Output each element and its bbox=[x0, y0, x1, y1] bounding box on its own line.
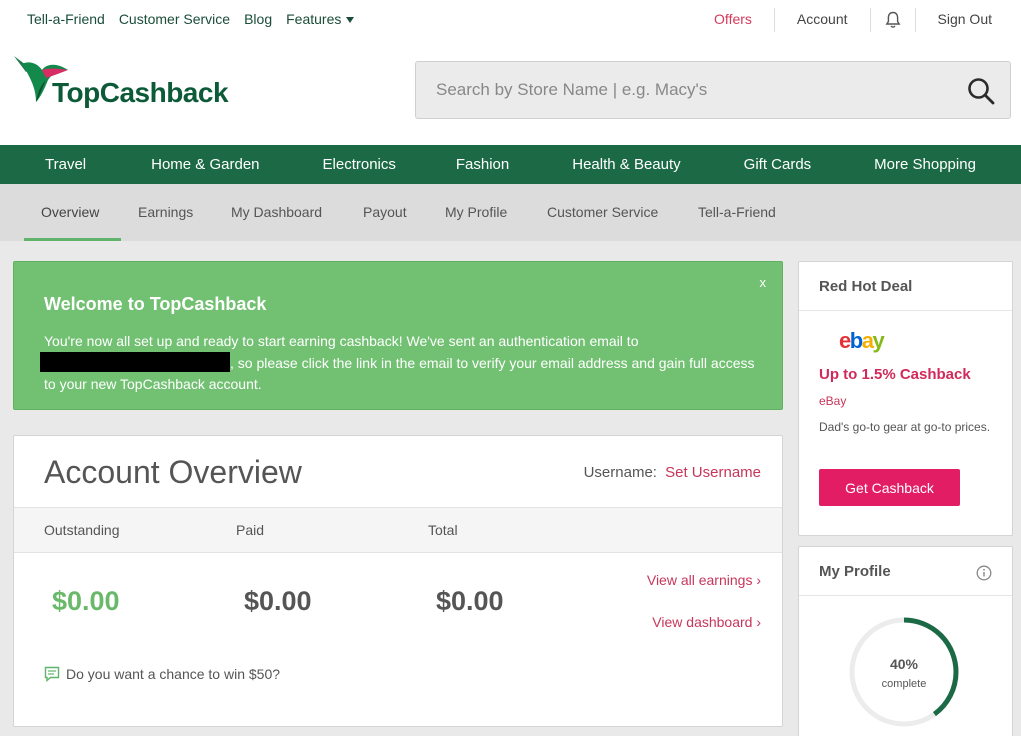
header-total: Total bbox=[428, 522, 458, 538]
ebay-letter-y: y bbox=[872, 328, 884, 353]
search-icon[interactable] bbox=[966, 76, 996, 106]
offers-link[interactable]: Offers bbox=[692, 8, 774, 32]
utility-nav-left: Tell-a-Friend Customer Service Blog Feat… bbox=[27, 11, 355, 27]
total-amount: $0.00 bbox=[436, 586, 504, 616]
tab-my-dashboard[interactable]: My Dashboard bbox=[231, 184, 322, 241]
nav-fashion[interactable]: Fashion bbox=[426, 145, 540, 184]
logo-wordmark: TopCashback bbox=[52, 77, 229, 108]
tab-tell-a-friend[interactable]: Tell-a-Friend bbox=[698, 184, 776, 241]
utility-nav-right: Offers Account Sign Out bbox=[692, 8, 1021, 32]
card-divider bbox=[799, 310, 1012, 311]
nav-more-shopping[interactable]: More Shopping bbox=[843, 145, 976, 184]
set-username-link[interactable]: Set Username bbox=[665, 464, 761, 481]
view-all-earnings-link[interactable]: View all earnings › bbox=[647, 572, 761, 588]
features-dropdown[interactable]: Features bbox=[286, 11, 355, 27]
close-banner-button[interactable]: x bbox=[760, 275, 767, 290]
nav-electronics[interactable]: Electronics bbox=[292, 145, 426, 184]
my-profile-card: My Profile 40% complete bbox=[798, 546, 1013, 736]
customer-service-link[interactable]: Customer Service bbox=[119, 11, 230, 27]
balance-header-row: Outstanding Paid Total bbox=[14, 507, 782, 553]
welcome-title: Welcome to TopCashback bbox=[44, 294, 267, 314]
card-divider bbox=[799, 595, 1012, 596]
topcashback-logo[interactable]: TopCashback bbox=[12, 50, 229, 110]
info-icon[interactable] bbox=[976, 565, 992, 581]
win-50-text: Do you want a chance to win $50? bbox=[66, 666, 281, 682]
nav-travel[interactable]: Travel bbox=[0, 145, 123, 184]
account-overview-card: Account Overview Username: Set Username … bbox=[13, 435, 783, 727]
sign-out-link[interactable]: Sign Out bbox=[914, 8, 1021, 32]
profile-percent: 40% bbox=[889, 656, 919, 672]
nav-health-beauty[interactable]: Health & Beauty bbox=[540, 145, 711, 184]
view-dashboard-link[interactable]: View dashboard › bbox=[652, 614, 761, 630]
deal-store-name[interactable]: eBay bbox=[819, 394, 846, 408]
top-header: Tell-a-Friend Customer Service Blog Feat… bbox=[0, 0, 1021, 145]
username-row: Username: Set Username bbox=[584, 464, 761, 481]
my-profile-title: My Profile bbox=[819, 563, 891, 580]
tell-a-friend-link[interactable]: Tell-a-Friend bbox=[27, 11, 105, 27]
nav-home-garden[interactable]: Home & Garden bbox=[123, 145, 291, 184]
username-label: Username: bbox=[583, 464, 657, 481]
category-nav: Travel Home & Garden Electronics Fashion… bbox=[0, 145, 1021, 184]
welcome-message-part-1: You're now all set up and ready to start… bbox=[44, 333, 639, 349]
features-label: Features bbox=[286, 11, 342, 27]
notifications-bell-icon[interactable] bbox=[869, 8, 915, 32]
header-outstanding: Outstanding bbox=[44, 522, 120, 538]
account-overview-title: Account Overview bbox=[44, 454, 302, 490]
profile-progress-ring bbox=[849, 617, 959, 727]
deal-offer-text[interactable]: Up to 1.5% Cashback bbox=[819, 366, 971, 383]
account-subnav: Overview Earnings My Dashboard Payout My… bbox=[0, 184, 1021, 241]
nav-gift-cards[interactable]: Gift Cards bbox=[712, 145, 844, 184]
red-hot-deal-title: Red Hot Deal bbox=[819, 278, 913, 295]
profile-complete-label: complete bbox=[881, 678, 927, 690]
ebay-letter-a: a bbox=[861, 328, 874, 353]
ebay-logo[interactable]: ebay bbox=[839, 328, 885, 354]
paid-amount: $0.00 bbox=[244, 586, 312, 616]
tab-payout[interactable]: Payout bbox=[363, 184, 407, 241]
ebay-letter-e: e bbox=[839, 328, 851, 353]
store-search-box bbox=[415, 61, 1011, 119]
ebay-letter-b: b bbox=[849, 328, 863, 353]
welcome-message: You're now all set up and ready to start… bbox=[40, 331, 764, 395]
red-hot-deal-card: Red Hot Deal ebay Up to 1.5% Cashback eB… bbox=[798, 261, 1013, 536]
tab-earnings[interactable]: Earnings bbox=[138, 184, 193, 241]
header-paid: Paid bbox=[236, 522, 265, 538]
outstanding-amount: $0.00 bbox=[52, 586, 120, 616]
caret-down-icon bbox=[346, 17, 355, 23]
search-input[interactable] bbox=[416, 62, 956, 118]
get-cashback-button[interactable]: Get Cashback bbox=[819, 469, 960, 506]
tab-overview[interactable]: Overview bbox=[24, 184, 121, 241]
chat-bubble-icon bbox=[44, 666, 60, 682]
redacted-email bbox=[40, 352, 230, 372]
tab-my-profile[interactable]: My Profile bbox=[445, 184, 507, 241]
win-50-prompt[interactable]: Do you want a chance to win $50? bbox=[44, 666, 280, 682]
deal-description: Dad's go-to gear at go-to prices. bbox=[819, 420, 991, 434]
tab-customer-service[interactable]: Customer Service bbox=[547, 184, 658, 241]
account-link[interactable]: Account bbox=[773, 8, 870, 32]
welcome-banner: Welcome to TopCashback x You're now all … bbox=[13, 261, 783, 410]
blog-link[interactable]: Blog bbox=[244, 11, 272, 27]
